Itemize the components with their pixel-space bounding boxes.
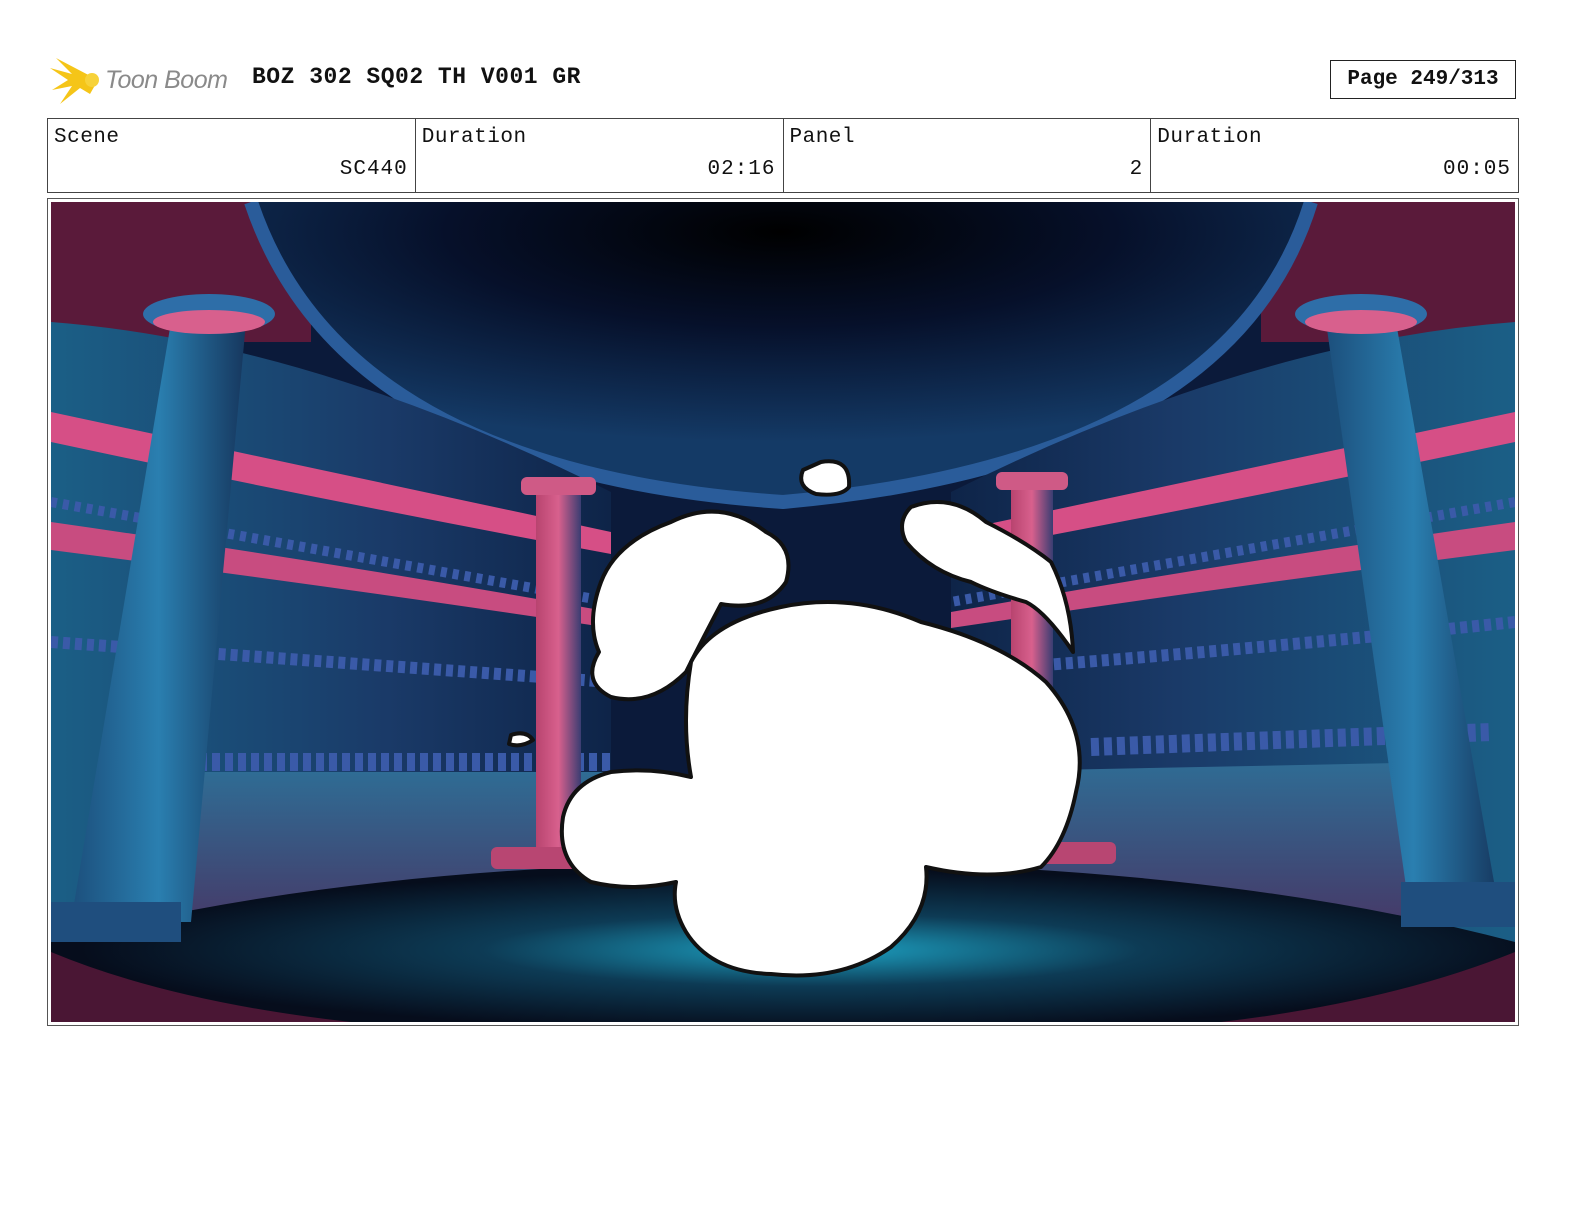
scene-duration-label: Duration — [421, 126, 527, 149]
scene-info-table: Scene SC440 Duration 02:16 Panel 2 Durat… — [47, 118, 1519, 193]
scene-label: Scene — [54, 126, 120, 149]
panel-cell: Panel 2 — [784, 119, 1152, 192]
panel-duration-cell: Duration 00:05 — [1151, 119, 1518, 192]
scene-value: SC440 — [339, 158, 408, 181]
panel-value: 2 — [1129, 158, 1144, 181]
scene-duration-value: 02:16 — [707, 158, 776, 181]
page-number: Page 249/313 — [1330, 60, 1516, 99]
logo-text: Toon Boom — [105, 66, 228, 94]
starburst-icon — [50, 58, 99, 104]
toon-boom-logo: Toon Boom — [50, 54, 240, 108]
storyboard-panel-image — [51, 202, 1515, 1022]
panel-duration-label: Duration — [1157, 126, 1263, 149]
scene-duration-cell: Duration 02:16 — [416, 119, 784, 192]
panel-duration-value: 00:05 — [1442, 158, 1511, 181]
panel-label: Panel — [789, 126, 856, 149]
document-title: BOZ 302 SQ02 TH V001 GR — [252, 64, 581, 90]
scene-cell: Scene SC440 — [48, 119, 416, 192]
